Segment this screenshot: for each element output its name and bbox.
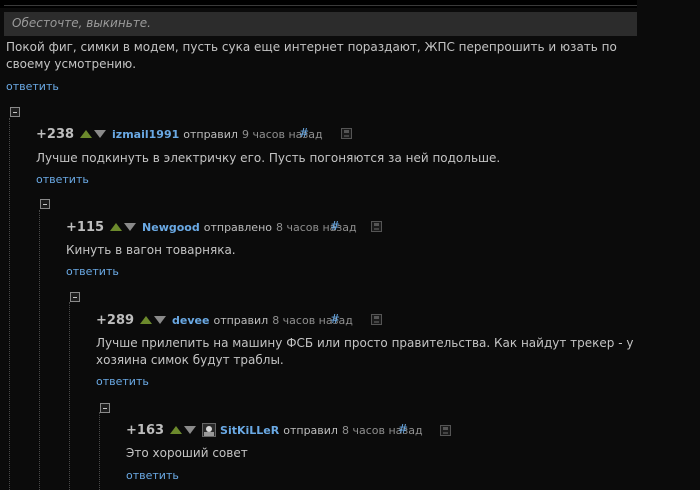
save-icon[interactable] (440, 425, 451, 436)
upvote-icon[interactable] (80, 130, 93, 138)
quoted-text: Обесточте, выкиньте. (4, 12, 637, 36)
action-label: отправил (213, 313, 269, 327)
save-icon[interactable] (371, 221, 382, 232)
author-link[interactable]: Newgood (142, 221, 200, 234)
comments-page: Обесточте, выкиньте. Покой фиг, симки в … (0, 0, 700, 490)
upvote-icon[interactable] (170, 426, 183, 434)
permalink[interactable]: # (299, 126, 309, 140)
collapse-icon[interactable] (40, 199, 50, 209)
collapse-icon[interactable] (100, 403, 110, 413)
timestamp: 8 часов назад (276, 220, 357, 234)
permalink[interactable]: # (330, 219, 340, 233)
downvote-icon[interactable] (154, 316, 167, 324)
timestamp: 8 часов назад (272, 313, 353, 327)
comment-header: +289 devee отправил 8 часов назад (96, 312, 353, 328)
permalink[interactable]: # (330, 312, 340, 326)
timestamp: 9 часов назад (241, 127, 323, 141)
score: +163 (126, 422, 165, 438)
thread-line (9, 118, 10, 490)
root-comment-text: Покой фиг, симки в модем, пусть сука еще… (6, 40, 617, 71)
action-label: отправлено (203, 220, 272, 234)
reply-link[interactable]: ответить (36, 173, 89, 186)
reply-link[interactable]: ответить (96, 375, 149, 388)
action-label: отправил (183, 127, 238, 141)
permalink[interactable]: # (398, 422, 408, 436)
author-link[interactable]: devee (172, 314, 209, 327)
comment-text: Лучше прилепить на машину ФСБ или просто… (96, 336, 634, 367)
collapse-icon[interactable] (70, 292, 80, 302)
comment-text: Это хороший совет (126, 446, 248, 460)
comment-text: Лучше подкинуть в электричку его. Пусть … (36, 151, 501, 165)
author-link[interactable]: SitKiLLeR (220, 424, 279, 437)
downvote-icon[interactable] (124, 223, 137, 231)
author-link[interactable]: izmail1991 (112, 128, 179, 141)
root-reply-link[interactable]: ответить (6, 80, 59, 93)
thread-line (39, 210, 40, 490)
comment-text: Кинуть в вагон товарняка. (66, 243, 236, 257)
comment-header: +115 Newgood отправлено 8 часов назад (66, 219, 357, 235)
score: +115 (66, 219, 105, 235)
action-label: отправил (283, 423, 338, 437)
avatar-icon (202, 423, 217, 437)
downvote-icon[interactable] (94, 130, 107, 138)
collapse-icon[interactable] (10, 107, 20, 117)
timestamp: 8 часов назад (341, 423, 423, 437)
upvote-icon[interactable] (140, 316, 153, 324)
reply-link[interactable]: ответить (126, 469, 179, 482)
thread-line (69, 302, 70, 490)
score: +238 (36, 126, 75, 142)
reply-link[interactable]: ответить (66, 265, 119, 278)
comment-header: +163 SitKiLLeR отправил 8 часов назад (126, 422, 423, 438)
downvote-icon[interactable] (184, 426, 197, 434)
score: +289 (96, 312, 135, 328)
thread-line (99, 412, 100, 490)
comment-header: +238 izmail1991 отправил 9 часов назад (36, 126, 323, 142)
divider (4, 5, 637, 6)
save-icon[interactable] (371, 314, 382, 325)
top-bar (0, 0, 637, 8)
save-icon[interactable] (341, 128, 352, 139)
upvote-icon[interactable] (110, 223, 123, 231)
